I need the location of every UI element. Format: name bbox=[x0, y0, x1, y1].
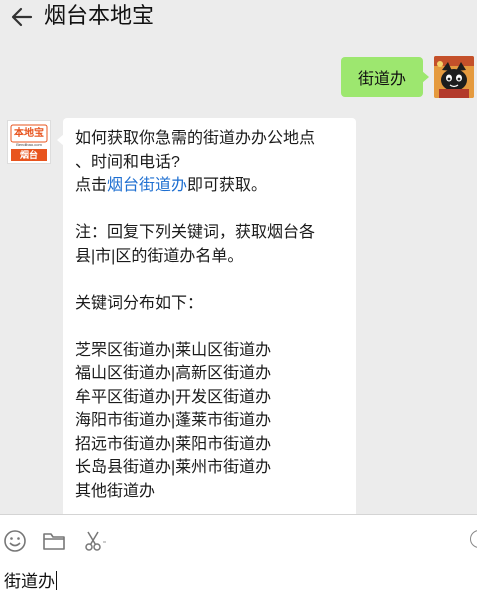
user-avatar[interactable] bbox=[434, 56, 474, 98]
user-message-text: 街道办 bbox=[357, 71, 406, 88]
click-suffix: 即可获取。 bbox=[187, 177, 268, 194]
logo-domain: Bendibao.com bbox=[16, 142, 42, 147]
page-title: 烟台本地宝 bbox=[44, 3, 155, 28]
chat-area[interactable]: 街道办 本地宝 Bendibao.com 烟台 如何获取你急需的街道办办公地点 … bbox=[0, 34, 477, 514]
logo-text: 本地宝 bbox=[14, 128, 44, 139]
message-input[interactable]: 街道办 bbox=[4, 571, 57, 593]
keyword-line: 其他街道办 bbox=[75, 482, 156, 500]
cat-avatar-image bbox=[434, 56, 474, 98]
keyword-line: 芝罘区街道办|莱山区街道办 bbox=[75, 341, 272, 359]
keyword-line: 海阳市街道办|蓬莱市街道办 bbox=[75, 412, 272, 429]
user-message-bubble[interactable]: 街道办 bbox=[341, 57, 429, 97]
back-arrow-icon[interactable] bbox=[9, 4, 35, 30]
click-line: 点击烟台街道办即可获取。 bbox=[75, 174, 348, 198]
folder-icon[interactable] bbox=[41, 528, 67, 554]
yantai-jiedaoban-link[interactable]: 烟台街道办 bbox=[107, 177, 187, 194]
note-line: 县|市|区的街道办名单。 bbox=[75, 247, 244, 265]
bot-message-text: 如何获取你急需的街道办办公地点 、时间和电话? 点击烟台街道办即可获取。 注：回… bbox=[75, 127, 348, 503]
header-bar: 烟台本地宝 bbox=[0, 0, 477, 34]
keyword-line: 福山区街道办|高新区街道办 bbox=[75, 365, 272, 382]
text-caret bbox=[56, 571, 57, 590]
logo-city-label: 烟台 bbox=[19, 150, 38, 160]
keywords-heading: 关键词分布如下： bbox=[75, 294, 204, 312]
message-line: 如何获取你急需的街道办办公地点 bbox=[75, 130, 316, 147]
keyword-line: 牟平区街道办|开发区街道办 bbox=[75, 388, 272, 406]
emoji-icon[interactable] bbox=[2, 528, 28, 554]
keyword-line: 长岛县街道办|莱州市街道办 bbox=[75, 459, 272, 476]
message-line: 、时间和电话? bbox=[75, 153, 180, 171]
input-toolbar: 街道办 bbox=[0, 514, 477, 593]
bot-message-bubble[interactable]: 如何获取你急需的街道办办公地点 、时间和电话? 点击烟台街道办即可获取。 注：回… bbox=[57, 118, 356, 514]
input-value: 街道办 bbox=[4, 572, 55, 591]
scissors-icon[interactable] bbox=[82, 528, 108, 554]
bot-avatar[interactable]: 本地宝 Bendibao.com 烟台 bbox=[7, 120, 51, 164]
history-icon[interactable] bbox=[470, 530, 477, 548]
click-prefix: 点击 bbox=[75, 177, 108, 194]
note-line: 注：回复下列关键词，获取烟台各 bbox=[75, 224, 316, 241]
keyword-line: 招远市街道办|莱阳市街道办 bbox=[75, 435, 272, 453]
